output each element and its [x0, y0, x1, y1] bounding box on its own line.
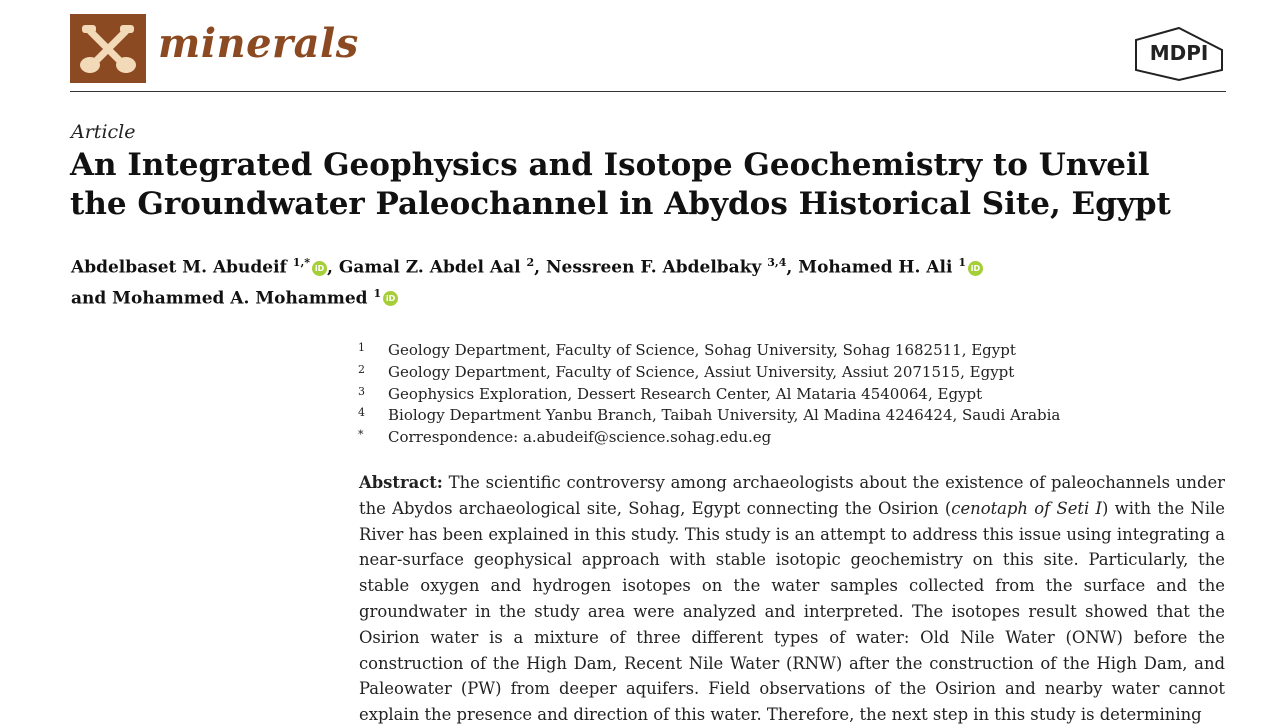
affiliation-text: Geology Department, Faculty of Science, …	[388, 362, 1015, 381]
abstract: Abstract: The scientific controversy amo…	[359, 470, 1225, 728]
author-name: and Mohammed A. Mohammed	[71, 288, 368, 309]
journal-logo	[70, 14, 146, 83]
author-name: Gamal Z. Abdel Aal	[338, 257, 521, 278]
affiliation-item: 4 Biology Department Yanbu Branch, Taiba…	[358, 405, 1218, 427]
affiliation-text: Biology Department Yanbu Branch, Taibah …	[388, 406, 1061, 425]
abstract-label: Abstract:	[359, 473, 443, 492]
author-name: Nessreen F. Abdelbaky	[546, 257, 762, 278]
orcid-icon[interactable]: iD	[968, 260, 983, 276]
publisher-name: MDPI	[1150, 41, 1209, 65]
journal-name: minerals	[158, 20, 359, 67]
author-affil-sup: 3,4	[767, 256, 787, 269]
affiliation-item: 2 Geology Department, Faculty of Science…	[358, 362, 1218, 384]
affiliation-item: 1 Geology Department, Faculty of Science…	[358, 340, 1218, 362]
author-affil-sup: 1,*	[292, 256, 311, 269]
author-list: Abdelbaset M. Abudeif 1,* iD, Gamal Z. Ab…	[71, 250, 1171, 311]
affiliation-number: 1	[358, 341, 365, 354]
orcid-icon[interactable]: iD	[312, 260, 328, 276]
affiliation-text: Geophysics Exploration, Dessert Research…	[388, 384, 983, 403]
correspondence-text[interactable]: Correspondence: a.abudeif@science.sohag.…	[388, 427, 771, 449]
article-type: Article	[71, 121, 136, 143]
affiliation-number: 2	[358, 362, 365, 376]
title-line-1: An Integrated Geophysics and Isotope Geo…	[70, 147, 1150, 183]
author-name: Mohamed H. Ali	[798, 257, 953, 278]
author-affil-sup: 2	[526, 256, 535, 269]
abstract-italic: cenotaph of Seti I	[951, 498, 1102, 518]
affiliation-text: Geology Department, Faculty of Science, …	[388, 341, 1016, 359]
title-line-2: the Groundwater Paleochannel in Abydos H…	[70, 186, 1171, 222]
journal-header: minerals MDPI	[70, 14, 1226, 92]
abstract-text-continued: ) with the Nile River has been explained…	[359, 498, 1225, 725]
correspondence-marker: *	[358, 428, 364, 442]
affiliation-item: * Correspondence: a.abudeif@science.soha…	[358, 427, 1218, 449]
header-divider	[70, 91, 1226, 92]
author-affil-sup: 1	[958, 256, 966, 269]
mdpi-logo: MDPI	[1135, 26, 1223, 82]
crossed-tools-icon	[80, 24, 136, 73]
orcid-icon[interactable]: iD	[383, 291, 399, 307]
article-title: An Integrated Geophysics and Isotope Geo…	[70, 146, 1240, 224]
affiliation-item: 3 Geophysics Exploration, Dessert Resear…	[358, 384, 1218, 406]
affiliation-number: 3	[358, 384, 365, 398]
affiliation-list: 1 Geology Department, Faculty of Science…	[358, 340, 1218, 449]
author-name: Abdelbaset M. Abudeif	[71, 257, 287, 278]
affiliation-number: 4	[358, 406, 365, 420]
author-affil-sup: 1	[373, 286, 382, 300]
